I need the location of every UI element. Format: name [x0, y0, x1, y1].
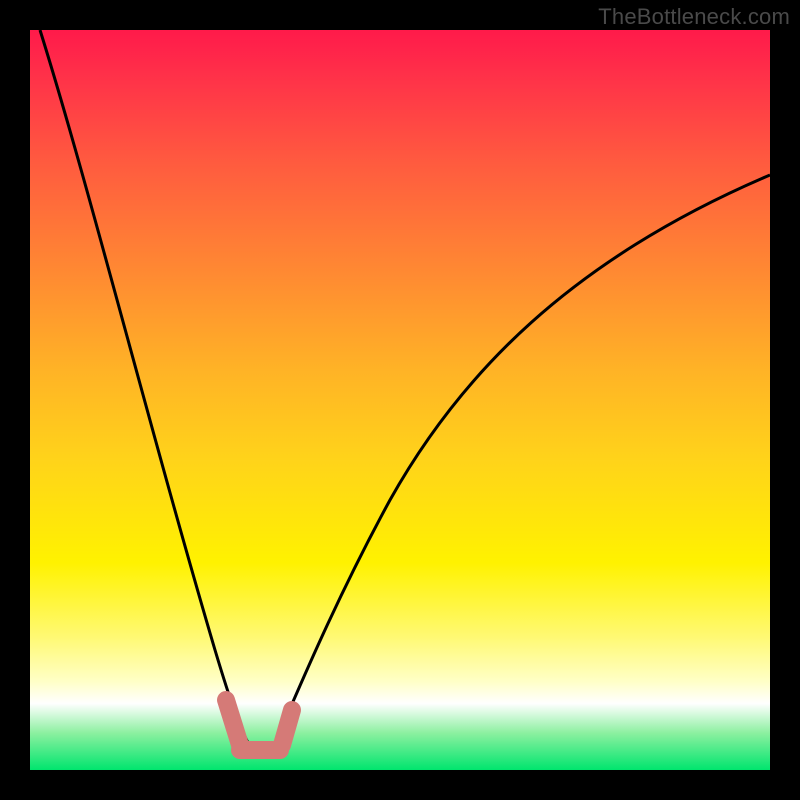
- curve-layer: [30, 30, 770, 770]
- marker-right-notch: [282, 710, 292, 745]
- marker-left-notch: [226, 700, 240, 745]
- watermark-text: TheBottleneck.com: [598, 4, 790, 30]
- bottleneck-curve: [40, 30, 770, 750]
